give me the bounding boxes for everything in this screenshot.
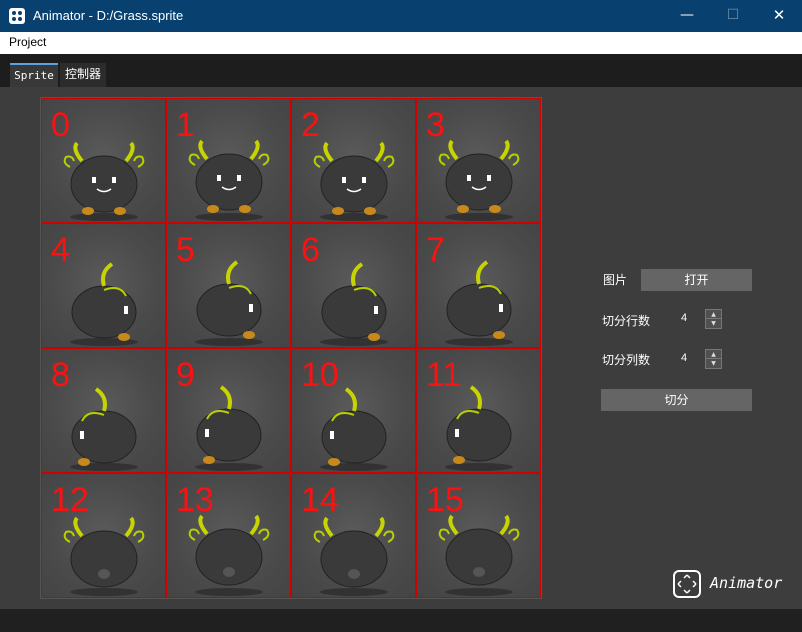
cell-index-label: 8 (51, 356, 70, 394)
image-label: 图片 (603, 273, 628, 287)
cell-index-label: 4 (51, 231, 70, 269)
cell-index-label: 7 (426, 231, 445, 269)
cell-index-label: 10 (301, 356, 339, 394)
sprite-cell[interactable]: 10 (291, 348, 416, 473)
sprite-cell[interactable]: 2 (291, 98, 416, 223)
sprite-cell[interactable]: 15 (416, 473, 541, 598)
maximize-button[interactable]: ☐ (710, 0, 756, 32)
sprite-cell[interactable]: 5 (166, 223, 291, 348)
split-button[interactable]: 切分 (601, 389, 752, 411)
cell-index-label: 9 (176, 356, 195, 394)
title-bar: Animator - D:/Grass.sprite — ☐ ✕ (0, 0, 802, 32)
cell-index-label: 2 (301, 106, 320, 144)
cols-stepper[interactable]: 4 ▲ ▼ (679, 349, 722, 369)
brand-logo-text: Animator (710, 574, 783, 592)
cell-index-label: 0 (51, 106, 70, 144)
sprite-cell[interactable]: 9 (166, 348, 291, 473)
cell-index-label: 14 (301, 481, 339, 519)
tab-bar: Sprite 控制器 (0, 54, 802, 87)
sprite-cell[interactable]: 3 (416, 98, 541, 223)
menu-bar: Project (0, 32, 802, 54)
sprite-cell[interactable]: 6 (291, 223, 416, 348)
sprite-cell[interactable]: 4 (41, 223, 166, 348)
minimize-button[interactable]: — (664, 0, 710, 32)
tab-controller[interactable]: 控制器 (60, 63, 106, 87)
rows-value[interactable]: 4 (681, 312, 687, 324)
cell-index-label: 12 (51, 481, 89, 519)
rows-stepper[interactable]: 4 ▲ ▼ (679, 309, 722, 329)
rows-label: 切分行数 (602, 314, 651, 328)
close-button[interactable]: ✕ (756, 0, 802, 32)
sprite-cell[interactable]: 11 (416, 348, 541, 473)
window-title: Animator - D:/Grass.sprite (33, 8, 184, 23)
rows-stepper-buttons: ▲ ▼ (705, 309, 722, 329)
cols-value[interactable]: 4 (681, 352, 687, 364)
cols-stepper-buttons: ▲ ▼ (705, 349, 722, 369)
cell-index-label: 5 (176, 231, 195, 269)
sprite-cell[interactable]: 7 (416, 223, 541, 348)
cols-label: 切分列数 (602, 353, 651, 367)
cell-index-label: 1 (176, 106, 195, 144)
cell-index-label: 3 (426, 106, 445, 144)
sprite-cell[interactable]: 1 (166, 98, 291, 223)
tab-sprite[interactable]: Sprite (10, 63, 58, 87)
increment-icon[interactable]: ▲ (706, 350, 721, 359)
cell-index-label: 15 (426, 481, 464, 519)
open-button[interactable]: 打开 (641, 269, 752, 291)
sprite-grid: 0 1 2 3 4 5 6 7 8 9 10 11 12 13 14 15 (40, 97, 542, 599)
cell-index-label: 6 (301, 231, 320, 269)
sprite-cell[interactable]: 14 (291, 473, 416, 598)
sprite-cell[interactable]: 13 (166, 473, 291, 598)
status-bar (0, 609, 802, 632)
decrement-icon[interactable]: ▼ (706, 319, 721, 328)
app-icon (9, 8, 25, 24)
cell-index-label: 11 (426, 356, 462, 394)
increment-icon[interactable]: ▲ (706, 310, 721, 319)
sprite-cell[interactable]: 12 (41, 473, 166, 598)
move-arrows-icon (673, 570, 701, 598)
sprite-cell[interactable]: 0 (41, 98, 166, 223)
menu-project[interactable]: Project (9, 35, 46, 49)
cell-index-label: 13 (176, 481, 214, 519)
sprite-cell[interactable]: 8 (41, 348, 166, 473)
decrement-icon[interactable]: ▼ (706, 359, 721, 368)
